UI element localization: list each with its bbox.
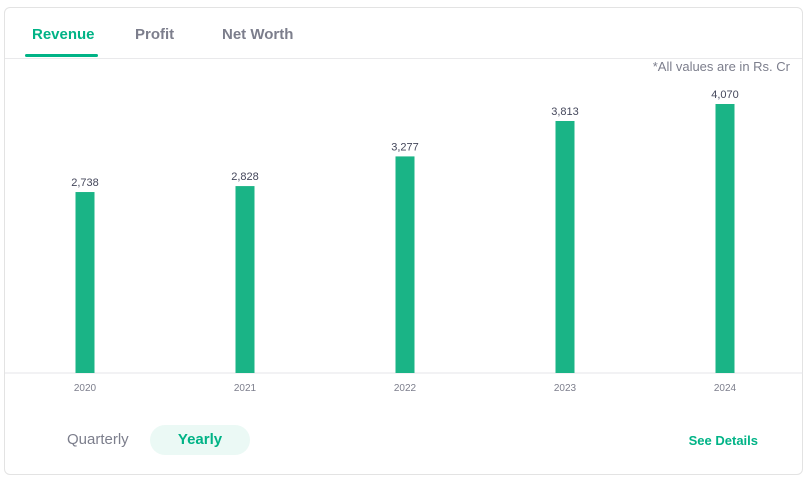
bar-2024[interactable]	[715, 104, 735, 373]
x-tick-label-2024: 2024	[714, 383, 737, 394]
see-details-link[interactable]: See Details	[689, 433, 758, 448]
x-tick-label-2022: 2022	[394, 383, 417, 394]
bar-2022[interactable]	[395, 156, 415, 373]
value-label-2021: 2,828	[231, 171, 259, 183]
yearly-toggle[interactable]: Yearly	[150, 425, 250, 455]
x-tick-label-2023: 2023	[554, 383, 577, 394]
quarterly-toggle[interactable]: Quarterly	[67, 425, 129, 455]
value-label-2020: 2,738	[71, 177, 99, 189]
bar-2021[interactable]	[235, 186, 255, 373]
revenue-bar-chart: 2,738 2020 2,828 2021 3,277 2022 3,813 2023 4,07…	[5, 89, 803, 394]
value-label-2023: 3,813	[551, 106, 579, 118]
value-label-2024: 4,070	[711, 89, 739, 101]
value-label-2022: 3,277	[391, 141, 419, 153]
bar-2023[interactable]	[555, 120, 575, 373]
bar-2020[interactable]	[75, 192, 95, 373]
x-tick-label-2020: 2020	[74, 383, 97, 394]
x-tick-label-2021: 2021	[234, 383, 257, 394]
